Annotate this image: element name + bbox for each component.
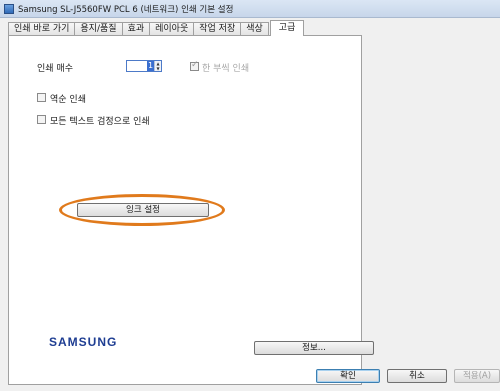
tab-job-storage[interactable]: 작업 저장 (193, 22, 242, 36)
tab-effects[interactable]: 효과 (121, 22, 151, 36)
samsung-logo: SAMSUNG (49, 335, 118, 349)
tab-color[interactable]: 색상 (240, 22, 269, 36)
all-text-black-checkbox[interactable] (37, 115, 46, 124)
cancel-button[interactable]: 취소 (387, 369, 447, 383)
collate-checkbox[interactable] (190, 60, 199, 71)
printer-app-icon (4, 3, 14, 14)
tab-layout[interactable]: 레이아웃 (149, 22, 195, 36)
collate-label: 한 부씩 인쇄 (202, 64, 250, 74)
apply-button[interactable]: 적용(A) (454, 369, 500, 383)
window-titlebar: Samsung SL-J5560FW PCL 6 (네트워크) 인쇄 기본 설정 (0, 0, 500, 18)
reverse-order-checkbox[interactable] (37, 93, 46, 102)
advanced-settings-panel: 인쇄 매수 1 ▲ ▼ 한 부씩 인쇄 역순 인쇄 모든 텍스트 검정으로 인쇄… (8, 35, 362, 385)
window-title: Samsung SL-J5560FW PCL 6 (네트워크) 인쇄 기본 설정 (18, 4, 234, 15)
reverse-order-label: 역순 인쇄 (50, 95, 86, 105)
copies-label: 인쇄 매수 (37, 64, 73, 74)
spin-down-icon[interactable]: ▼ (155, 66, 161, 71)
ok-button[interactable]: 확인 (316, 369, 380, 383)
tab-advanced[interactable]: 고급 (269, 20, 305, 36)
ink-settings-button[interactable]: 잉크 설정 (77, 203, 209, 217)
info-button[interactable]: 정보... (254, 341, 374, 355)
tab-paper-quality[interactable]: 용지/품질 (74, 22, 123, 36)
copies-spin-arrows[interactable]: ▲ ▼ (154, 61, 161, 71)
tab-bar: 인쇄 바로 가기 용지/품질 효과 레이아웃 작업 저장 색상 고급 (8, 20, 305, 36)
tab-print-shortcuts[interactable]: 인쇄 바로 가기 (8, 22, 76, 36)
copies-spinbox[interactable]: 1 ▲ ▼ (126, 60, 162, 72)
all-text-black-label: 모든 텍스트 검정으로 인쇄 (50, 117, 150, 127)
